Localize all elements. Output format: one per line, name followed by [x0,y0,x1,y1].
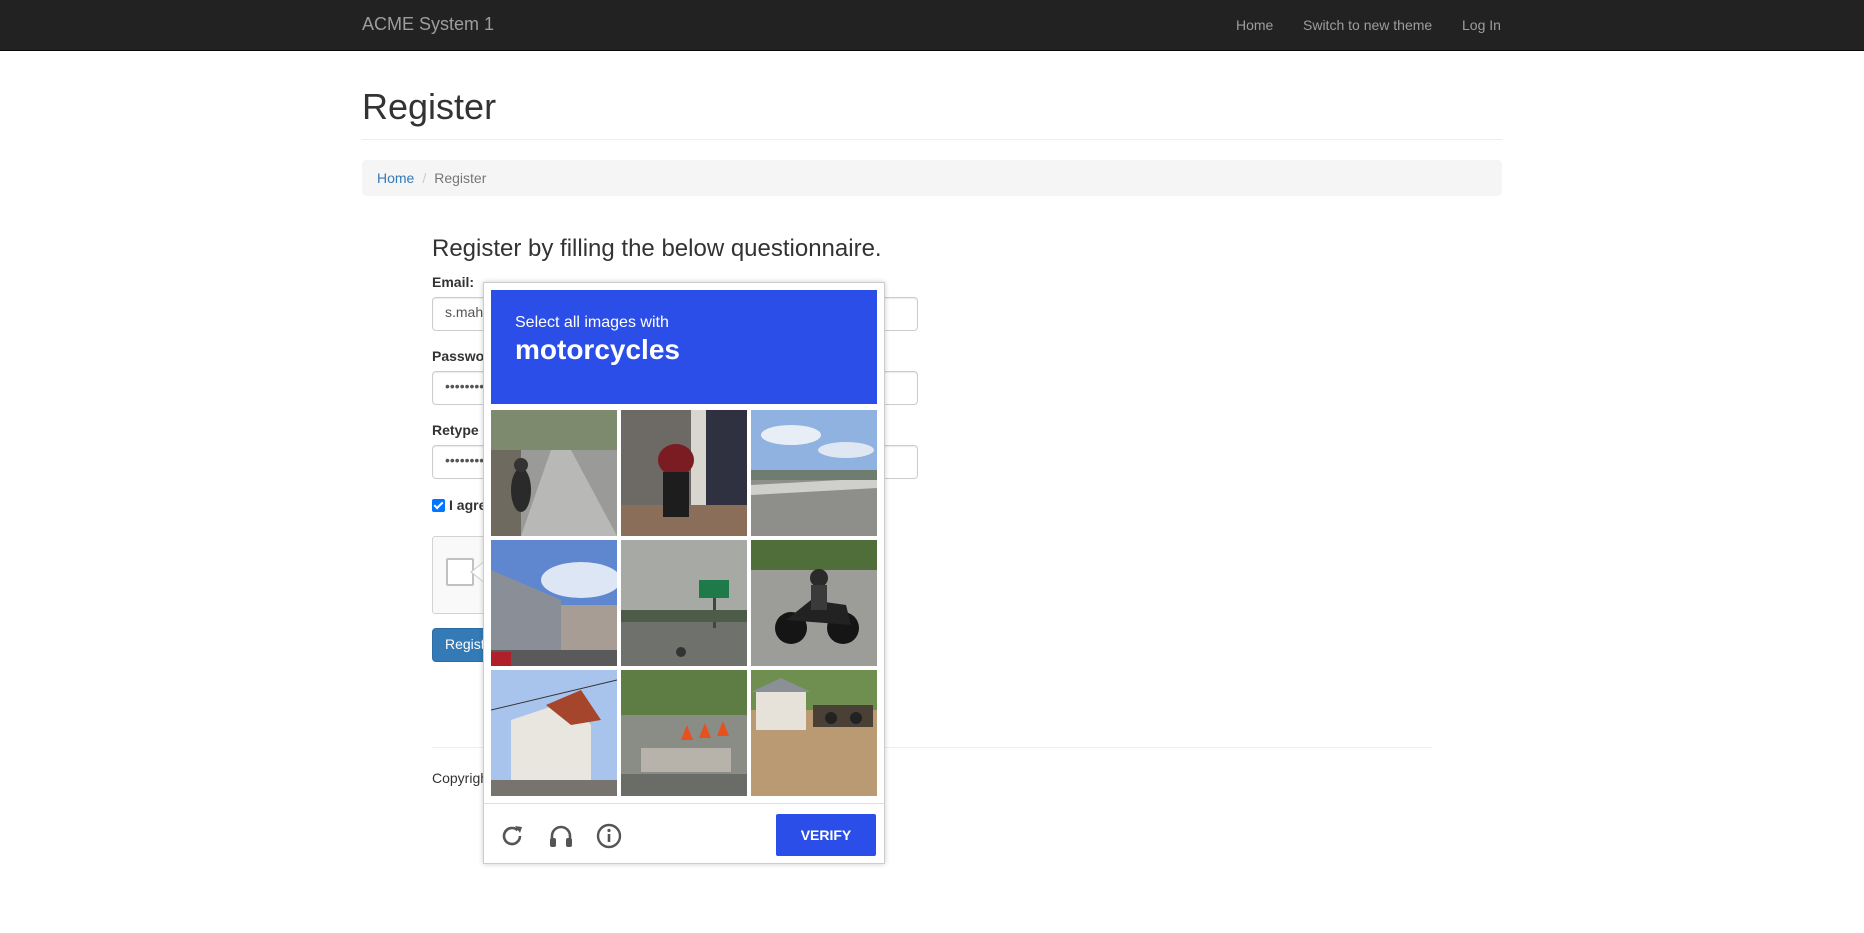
captcha-tile-3[interactable] [751,410,877,536]
challenge-header: Select all images with motorcycles [491,290,877,404]
captcha-tile-9[interactable] [751,670,877,796]
headphones-icon[interactable] [547,822,575,850]
captcha-tile-1[interactable] [491,410,617,536]
agree-checkbox[interactable] [432,499,445,512]
retype-password-label: Retype [432,422,479,438]
copyright-text: Copyrigh [432,770,489,786]
password-label: Passwo [432,348,485,364]
reload-icon[interactable] [498,822,526,850]
agree-label: I agre [449,497,487,513]
brand-link[interactable]: ACME System 1 [362,14,494,35]
info-icon[interactable] [595,822,623,850]
nav-home-link[interactable]: Home [1236,17,1273,33]
challenge-target: motorcycles [515,334,680,365]
breadcrumb-separator: / [422,170,427,186]
captcha-challenge: Select all images with motorcycles VERIF… [483,282,885,864]
captcha-tile-6[interactable] [751,540,877,666]
divider [362,139,1502,140]
challenge-pointer [470,562,483,582]
breadcrumb: Home / Register [362,160,1502,196]
verify-button[interactable]: VERIFY [776,814,876,856]
email-label: Email: [432,274,475,290]
form-heading: Register by filling the below questionna… [432,235,882,262]
challenge-instruction: Select all images with [515,314,669,331]
nav-switch-theme-link[interactable]: Switch to new theme [1303,17,1432,33]
breadcrumb-current: Register [434,170,487,186]
nav-login-link[interactable]: Log In [1462,17,1501,33]
breadcrumb-home-link[interactable]: Home [377,170,414,186]
captcha-tile-4[interactable] [491,540,617,666]
captcha-tile-7[interactable] [491,670,617,796]
agree-terms: I agre [432,497,486,513]
top-navbar: ACME System 1 Home Switch to new theme L… [0,0,1864,51]
page-title: Register [362,86,497,127]
captcha-tile-5[interactable] [621,540,747,666]
challenge-footer-divider [484,803,884,804]
captcha-tile-2[interactable] [621,410,747,536]
captcha-tile-8[interactable] [621,670,747,796]
